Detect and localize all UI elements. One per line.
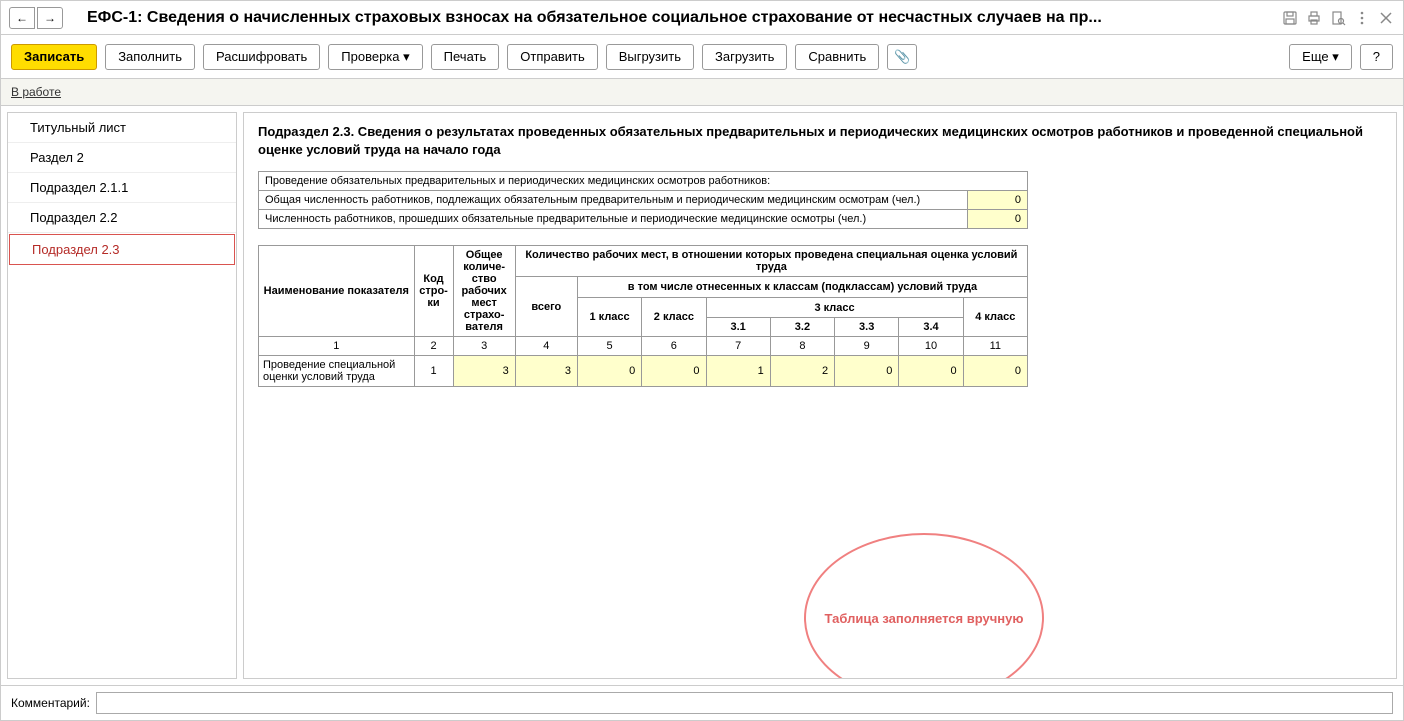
- comment-input[interactable]: [96, 692, 1393, 714]
- th-c2: 2 класс: [642, 297, 706, 337]
- comment-label: Комментарий:: [11, 696, 90, 710]
- save-button[interactable]: Записать: [11, 44, 97, 70]
- menu-icon[interactable]: [1353, 9, 1371, 27]
- mini-row2-value[interactable]: 0: [968, 210, 1028, 229]
- cell-c32[interactable]: 2: [770, 356, 834, 387]
- save-icon[interactable]: [1281, 9, 1299, 27]
- cell-c34[interactable]: 0: [899, 356, 963, 387]
- annotation-oval: Таблица заполняется вручную: [804, 533, 1044, 679]
- mini-row2-label: Численность работников, прошедших обязат…: [259, 210, 968, 229]
- footer: Комментарий:: [1, 685, 1403, 720]
- fill-button[interactable]: Заполнить: [105, 44, 195, 70]
- print-icon[interactable]: [1305, 9, 1323, 27]
- sidebar-item-sub23[interactable]: Подраздел 2.3: [9, 234, 235, 265]
- check-dropdown[interactable]: Проверка ▾: [328, 44, 422, 70]
- th-c32: 3.2: [770, 318, 834, 337]
- sidebar-item-sub211[interactable]: Подраздел 2.1.1: [8, 173, 236, 203]
- mini-header: Проведение обязательных предварительных …: [259, 172, 1028, 191]
- sidebar-item-section2[interactable]: Раздел 2: [8, 143, 236, 173]
- cell-c1[interactable]: 0: [577, 356, 641, 387]
- cell-total[interactable]: 3: [453, 356, 515, 387]
- sidebar: Титульный лист Раздел 2 Подраздел 2.1.1 …: [7, 112, 237, 679]
- nav-back-button[interactable]: ←: [9, 7, 35, 29]
- th-code: Код стро­ки: [414, 246, 453, 337]
- sidebar-item-sub22[interactable]: Подраздел 2.2: [8, 203, 236, 233]
- sidebar-item-title-page[interactable]: Титульный лист: [8, 113, 236, 143]
- th-name: Наименование показателя: [259, 246, 415, 337]
- status-link[interactable]: В работе: [11, 85, 61, 99]
- th-c31: 3.1: [706, 318, 770, 337]
- preview-icon[interactable]: [1329, 9, 1347, 27]
- compare-button[interactable]: Сравнить: [795, 44, 879, 70]
- th-c3: 3 класс: [706, 297, 963, 318]
- mini-row1-label: Общая численность работников, подлежащих…: [259, 191, 968, 210]
- export-button[interactable]: Выгрузить: [606, 44, 694, 70]
- paperclip-icon: 📎: [894, 49, 910, 65]
- status-bar: В работе: [1, 79, 1403, 106]
- column-number-row: 1 2 3 4 5 6 7 8 9 10 11: [259, 337, 1028, 356]
- cell-all[interactable]: 3: [515, 356, 577, 387]
- send-button[interactable]: Отправить: [507, 44, 597, 70]
- row-label: Проведение специальной оценки условий тр…: [259, 356, 415, 387]
- th-places: Количество рабочих мест, в отношении кот…: [515, 246, 1027, 277]
- print-button[interactable]: Печать: [431, 44, 500, 70]
- assessment-table: Наименование показателя Код стро­ки Обще…: [258, 245, 1028, 387]
- data-row: Проведение специальной оценки условий тр…: [259, 356, 1028, 387]
- cell-c31[interactable]: 1: [706, 356, 770, 387]
- more-dropdown[interactable]: Еще ▾: [1289, 44, 1352, 70]
- th-c33: 3.3: [835, 318, 899, 337]
- attach-button[interactable]: 📎: [887, 44, 917, 70]
- cell-c4[interactable]: 0: [963, 356, 1027, 387]
- toolbar: Записать Заполнить Расшифровать Проверка…: [1, 35, 1403, 79]
- th-c34: 3.4: [899, 318, 963, 337]
- th-classes: в том числе отнесенных к классам (подкла…: [577, 277, 1027, 298]
- th-total: Общее количе­ство рабочих мест страхо­ва…: [453, 246, 515, 337]
- decode-button[interactable]: Расшифровать: [203, 44, 320, 70]
- th-c1: 1 класс: [577, 297, 641, 337]
- cell-c33[interactable]: 0: [835, 356, 899, 387]
- th-all: всего: [515, 277, 577, 337]
- medical-exam-table: Проведение обязательных предварительных …: [258, 171, 1028, 229]
- th-c4: 4 класс: [963, 297, 1027, 337]
- section-title: Подраздел 2.3. Сведения о результатах пр…: [258, 123, 1382, 159]
- help-button[interactable]: ?: [1360, 44, 1393, 70]
- content-area: Подраздел 2.3. Сведения о результатах пр…: [243, 112, 1397, 679]
- import-button[interactable]: Загрузить: [702, 44, 787, 70]
- mini-row1-value[interactable]: 0: [968, 191, 1028, 210]
- row-code: 1: [414, 356, 453, 387]
- annotation-text: Таблица заполняется вручную: [825, 611, 1024, 626]
- cell-c2[interactable]: 0: [642, 356, 706, 387]
- titlebar: ← → ЕФС-1: Сведения о начисленных страхо…: [1, 1, 1403, 35]
- window-title: ЕФС-1: Сведения о начисленных страховых …: [79, 9, 1281, 27]
- close-icon[interactable]: [1377, 9, 1395, 27]
- nav-forward-button[interactable]: →: [37, 7, 63, 29]
